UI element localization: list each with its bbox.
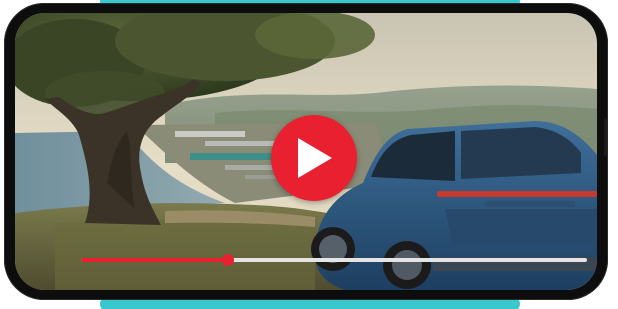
progress-fill xyxy=(81,258,228,262)
phone-side-button xyxy=(604,118,607,156)
video-player-mockup xyxy=(0,0,618,309)
video-progress-bar[interactable] xyxy=(81,254,587,266)
play-icon xyxy=(298,138,332,178)
progress-scrubber-handle[interactable] xyxy=(221,254,234,266)
video-screen[interactable] xyxy=(15,13,597,290)
play-button[interactable] xyxy=(271,115,357,201)
phone-frame xyxy=(4,3,608,300)
